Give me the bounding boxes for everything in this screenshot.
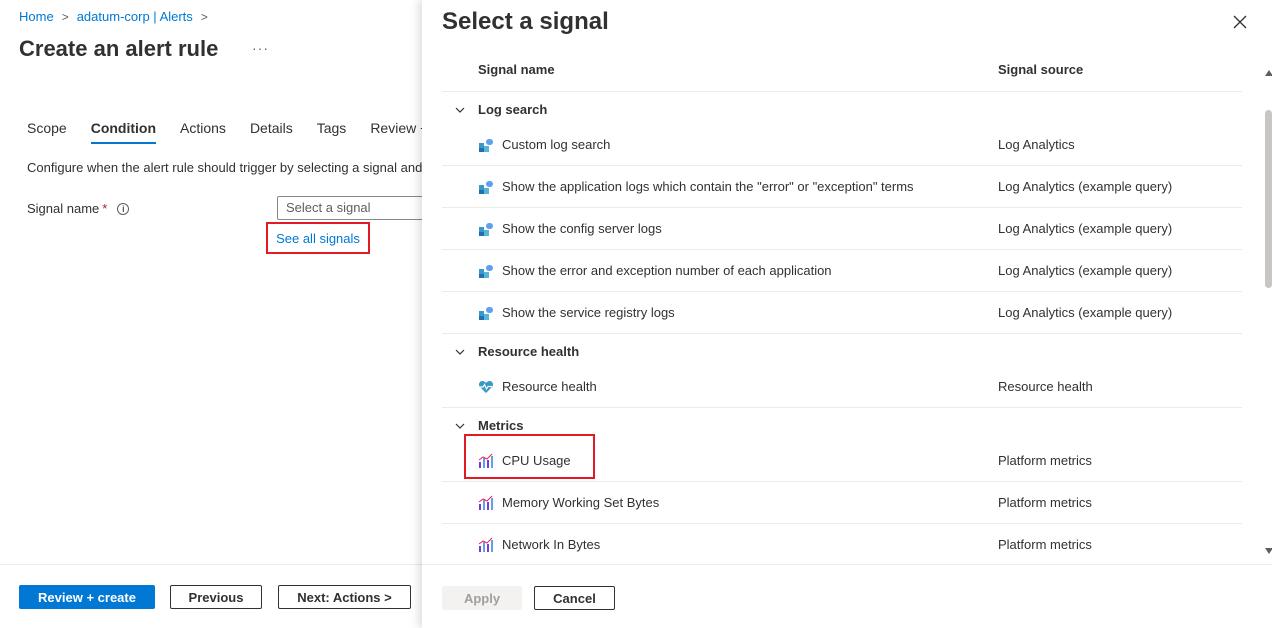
tab-actions[interactable]: Actions (180, 120, 226, 144)
signal-source: Log Analytics (998, 137, 1075, 152)
log-search-icon (479, 265, 493, 278)
tab-condition[interactable]: Condition (90, 120, 157, 144)
see-all-signals-link[interactable]: See all signals (276, 231, 360, 246)
column-header-signal-source[interactable]: Signal source (998, 62, 1083, 77)
chevron-down-icon (442, 418, 478, 433)
signal-name: Show the error and exception number of e… (502, 263, 832, 278)
heart-pulse-icon (478, 381, 494, 393)
log-search-icon (479, 223, 493, 236)
signal-row[interactable]: Custom log search Log Analytics (442, 124, 1242, 166)
signal-row[interactable]: Memory Working Set Bytes Platform metric… (442, 482, 1242, 524)
cancel-button[interactable]: Cancel (534, 586, 615, 610)
more-options-icon[interactable]: ··· (252, 40, 269, 56)
signal-name: Memory Working Set Bytes (502, 495, 660, 510)
group-label: Resource health (478, 343, 580, 359)
signal-name-text: Signal name (27, 201, 100, 216)
tab-tags[interactable]: Tags (317, 120, 347, 144)
group-metrics[interactable]: Metrics (442, 408, 1242, 442)
chevron-down-icon (442, 344, 478, 359)
signal-name-label: Signal name * i (27, 201, 130, 216)
condition-description: Configure when the alert rule should tri… (27, 160, 423, 175)
signal-row[interactable]: Show the error and exception number of e… (442, 250, 1242, 292)
metrics-chart-icon (478, 495, 493, 510)
signal-source: Platform metrics (998, 537, 1092, 552)
tab-scope[interactable]: Scope (27, 120, 67, 144)
signal-row[interactable]: CPU Usage Platform metrics (442, 440, 1242, 482)
tab-strip: Scope Condition Actions Details Tags Rev… (27, 120, 424, 144)
review-create-button[interactable]: Review + create (19, 585, 155, 609)
scroll-down-arrow-icon[interactable] (1265, 548, 1272, 554)
signal-row[interactable]: Show the config server logs Log Analytic… (442, 208, 1242, 250)
log-search-icon (479, 307, 493, 320)
group-resource-health[interactable]: Resource health (442, 334, 1242, 368)
chevron-right-icon: > (61, 9, 69, 24)
footer-divider (0, 564, 424, 565)
signal-select[interactable]: Select a signal (277, 196, 424, 220)
signal-source: Log Analytics (example query) (998, 263, 1173, 278)
signal-row[interactable]: Show the application logs which contain … (442, 166, 1242, 208)
group-log-search[interactable]: Log search (442, 92, 1242, 126)
chevron-down-icon (442, 102, 478, 117)
signal-source: Log Analytics (example query) (998, 179, 1173, 194)
select-signal-panel: Select a signal Signal name Signal sourc… (422, 0, 1272, 628)
signal-row[interactable]: Show the service registry logs Log Analy… (442, 292, 1242, 334)
required-mark: * (102, 201, 108, 216)
group-label: Log search (478, 101, 548, 117)
signal-name: Show the service registry logs (502, 305, 675, 320)
scroll-up-arrow-icon[interactable] (1265, 70, 1272, 76)
signal-name: Custom log search (502, 137, 611, 152)
signal-source: Log Analytics (example query) (998, 221, 1173, 236)
breadcrumb-alerts[interactable]: adatum-corp | Alerts (77, 9, 193, 24)
signal-source: Log Analytics (example query) (998, 305, 1173, 320)
apply-button[interactable]: Apply (442, 586, 522, 610)
signal-name: Show the config server logs (502, 221, 662, 236)
previous-button[interactable]: Previous (170, 585, 262, 609)
metrics-chart-icon (478, 537, 493, 552)
log-search-icon (479, 181, 493, 194)
panel-footer-divider (422, 564, 1272, 565)
tab-details[interactable]: Details (250, 120, 293, 144)
page-title: Create an alert rule (19, 36, 219, 61)
signal-row[interactable]: Resource health Resource health (442, 366, 1242, 408)
signal-name: Show the application logs which contain … (502, 179, 914, 194)
next-actions-button[interactable]: Next: Actions > (278, 585, 411, 609)
scrollbar-thumb[interactable] (1265, 110, 1272, 288)
signal-row[interactable]: Network In Bytes Platform metrics (442, 524, 1242, 566)
info-icon[interactable]: i (117, 202, 130, 215)
signal-source: Platform metrics (998, 495, 1092, 510)
signal-source: Resource health (998, 379, 1093, 394)
signal-source: Platform metrics (998, 453, 1092, 468)
group-label: Metrics (478, 417, 524, 433)
see-all-signals-highlight: See all signals (266, 222, 370, 254)
signal-name: Network In Bytes (502, 537, 601, 552)
metrics-chart-icon (478, 453, 493, 468)
signal-name: Resource health (502, 379, 597, 394)
panel-title: Select a signal (442, 8, 609, 35)
close-icon[interactable] (1232, 14, 1248, 30)
breadcrumb: Home > adatum-corp | Alerts > (19, 9, 216, 24)
chevron-right-icon: > (200, 9, 208, 24)
breadcrumb-home[interactable]: Home (19, 9, 54, 24)
create-alert-rule-blade: Home > adatum-corp | Alerts > Create an … (0, 0, 424, 628)
column-header-signal-name[interactable]: Signal name (478, 62, 555, 77)
log-search-icon (479, 139, 493, 152)
tab-review[interactable]: Review + (370, 120, 424, 144)
signal-name: CPU Usage (502, 453, 571, 468)
